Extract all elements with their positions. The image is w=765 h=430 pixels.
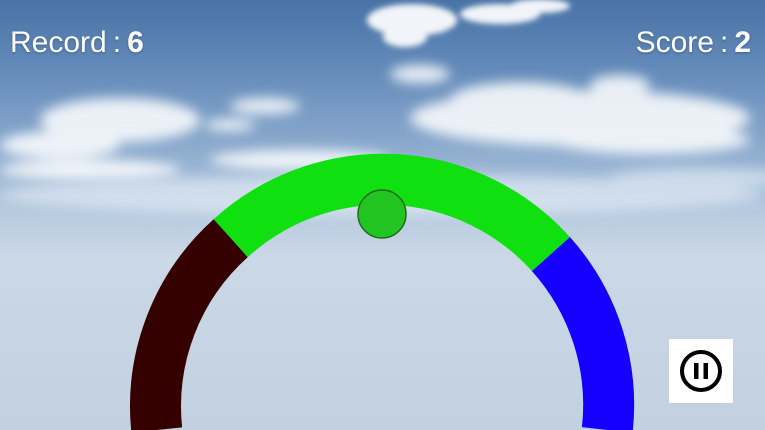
color-ring[interactable] (0, 0, 765, 430)
pause-icon (680, 350, 722, 392)
pause-button[interactable] (669, 339, 733, 403)
game-stage[interactable]: Record:6 Score:2 (0, 0, 765, 430)
dark-red-segment[interactable] (130, 219, 249, 430)
blue-segment[interactable] (531, 237, 635, 430)
player-ball (357, 189, 407, 239)
